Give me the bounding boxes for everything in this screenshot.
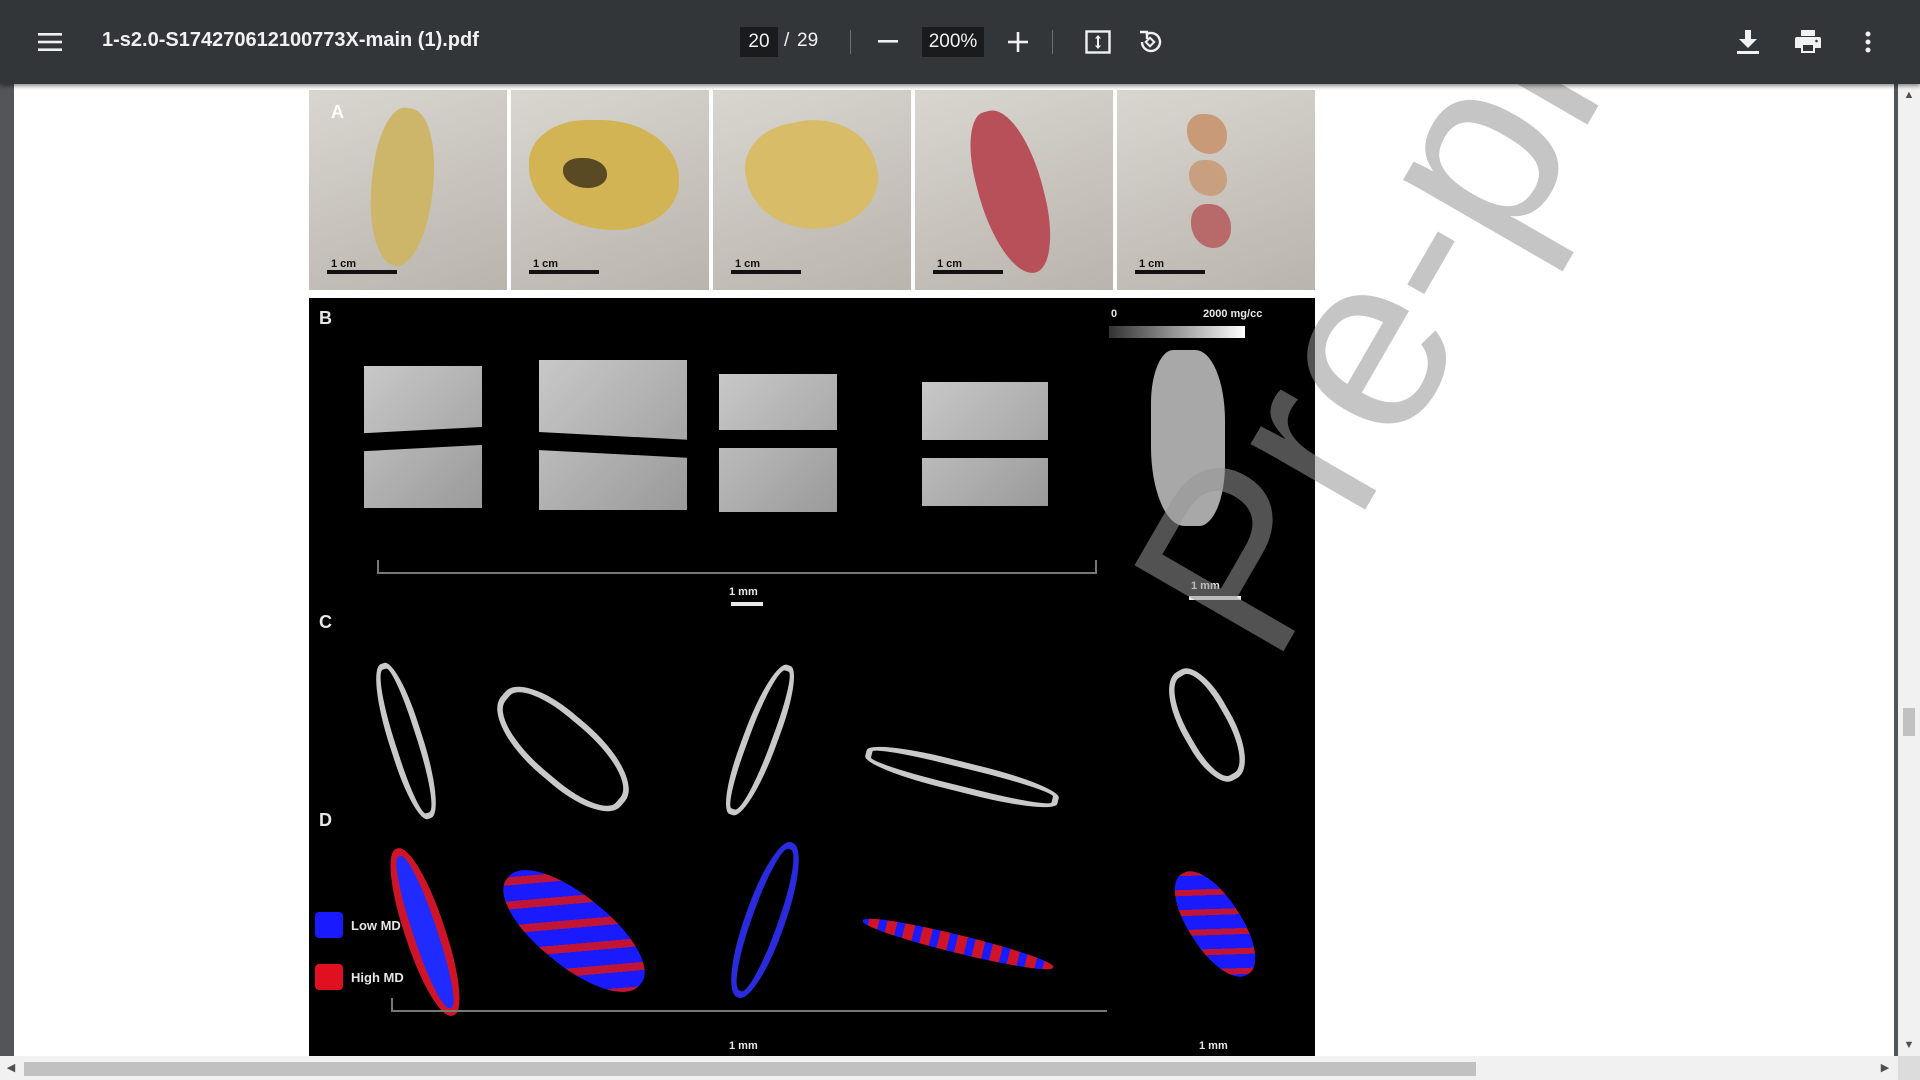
- scale-bar: [327, 270, 397, 274]
- cross-section: [1153, 659, 1261, 791]
- download-button[interactable]: [1728, 22, 1768, 62]
- vertical-scroll-thumb[interactable]: [1903, 708, 1915, 736]
- legend-low-md: Low MD: [351, 918, 401, 933]
- horizontal-scrollbar[interactable]: ◀ ▶: [0, 1056, 1898, 1080]
- md-map: [1161, 859, 1269, 989]
- horizontal-scroll-thumb[interactable]: [24, 1062, 1476, 1076]
- toolbar-divider: [850, 30, 851, 54]
- cross-section: [364, 658, 448, 824]
- scale-tick: [1095, 560, 1097, 574]
- panel-d-letter: D: [319, 810, 332, 830]
- colorbar-min: 0: [1111, 308, 1118, 320]
- scale-label: 1 cm: [331, 258, 357, 270]
- legend-high-md: High MD: [351, 970, 404, 985]
- scale-label: 1 cm: [735, 258, 761, 270]
- document-title: 1-s2.0-S174270612100773X-main (1).pdf: [102, 29, 479, 51]
- density-colorbar: [1109, 326, 1245, 338]
- panel-a-letter: A: [331, 102, 344, 122]
- pdf-toolbar: 1-s2.0-S174270612100773X-main (1).pdf 20…: [0, 0, 1920, 84]
- slice-plane: [914, 440, 1060, 458]
- scale-bar: [1135, 270, 1205, 274]
- document-viewport[interactable]: A 1 cm 1 cm 1 cm 1 cm 1 cm B 0 2000 mg/c…: [0, 84, 1898, 1056]
- panel-b-letter: B: [319, 308, 332, 328]
- legend-swatch-low-md: [315, 912, 343, 938]
- zoom-out-button[interactable]: [868, 22, 908, 62]
- scale-label: 1 mm: [1199, 1040, 1228, 1052]
- scroll-right-icon[interactable]: ▶: [1876, 1056, 1894, 1080]
- vertical-scrollbar[interactable]: ▲ ▼: [1898, 84, 1920, 1056]
- cross-section: [716, 659, 804, 821]
- colorbar-max: 2000 mg/cc: [1203, 308, 1263, 320]
- specimen-photo: 1 cm: [713, 90, 911, 290]
- panel-c-letter: C: [319, 612, 332, 632]
- microct-scan: [1151, 350, 1225, 526]
- scroll-left-icon[interactable]: ◀: [2, 1056, 20, 1080]
- page-separator: /: [784, 30, 790, 51]
- panel-bcd: B 0 2000 mg/cc 1 mm 1 mm C D Low MD High…: [309, 298, 1315, 1056]
- minus-icon: [878, 40, 898, 43]
- page-total: 29: [797, 30, 819, 51]
- legend-swatch-high-md: [315, 964, 343, 990]
- scale-bar: [529, 270, 599, 274]
- scale-label: 1 cm: [1139, 258, 1165, 270]
- cross-section: [479, 670, 647, 828]
- specimen-photo: 1 cm: [1117, 90, 1315, 290]
- scale-bar: [1189, 596, 1241, 600]
- scale-bar: [731, 270, 801, 274]
- print-button[interactable]: [1788, 22, 1828, 62]
- scale-label: 1 mm: [729, 1040, 758, 1052]
- scrollbar-corner: [1898, 1056, 1920, 1080]
- fit-to-page-icon: [1085, 30, 1111, 54]
- scale-line: [377, 572, 1097, 574]
- slice-plane: [709, 430, 847, 448]
- more-actions-button[interactable]: [1848, 22, 1888, 62]
- fit-to-page-button[interactable]: [1078, 22, 1118, 62]
- scale-label: 1 mm: [1191, 580, 1220, 592]
- rotate-button[interactable]: [1130, 22, 1170, 62]
- more-vert-icon: [1865, 31, 1871, 53]
- scale-label: 1 cm: [937, 258, 963, 270]
- scroll-down-icon[interactable]: ▼: [1898, 1036, 1920, 1054]
- cross-section: [862, 738, 1062, 816]
- print-icon: [1795, 30, 1821, 53]
- rotate-counterclockwise-icon: [1140, 30, 1162, 53]
- scale-bar: [731, 602, 763, 606]
- scroll-up-icon[interactable]: ▲: [1898, 86, 1920, 104]
- toolbar-divider: [1052, 30, 1053, 54]
- scale-line: [391, 1010, 1107, 1012]
- page-number-input[interactable]: 20: [740, 27, 778, 57]
- figure-image: A 1 cm 1 cm 1 cm 1 cm 1 cm B 0 2000 mg/c…: [295, 88, 1315, 1056]
- md-map: [860, 911, 1056, 977]
- specimen-photo: 1 cm: [915, 90, 1113, 290]
- specimen-photo: 1 cm: [511, 90, 709, 290]
- scale-tick: [391, 998, 393, 1012]
- md-map: [486, 849, 662, 1013]
- hamburger-menu-icon[interactable]: [30, 22, 70, 62]
- scale-bar: [933, 270, 1003, 274]
- download-icon: [1737, 30, 1759, 54]
- pdf-page: A 1 cm 1 cm 1 cm 1 cm 1 cm B 0 2000 mg/c…: [14, 84, 1894, 1056]
- scale-label: 1 cm: [533, 258, 559, 270]
- panel-a-photos: A 1 cm 1 cm 1 cm 1 cm 1 cm: [309, 90, 1315, 290]
- plus-icon: [1008, 32, 1028, 52]
- md-map: [718, 836, 812, 1004]
- zoom-level-input[interactable]: 200%: [922, 27, 984, 57]
- scale-tick: [377, 560, 379, 574]
- zoom-in-button[interactable]: [998, 22, 1038, 62]
- scale-label: 1 mm: [729, 586, 758, 598]
